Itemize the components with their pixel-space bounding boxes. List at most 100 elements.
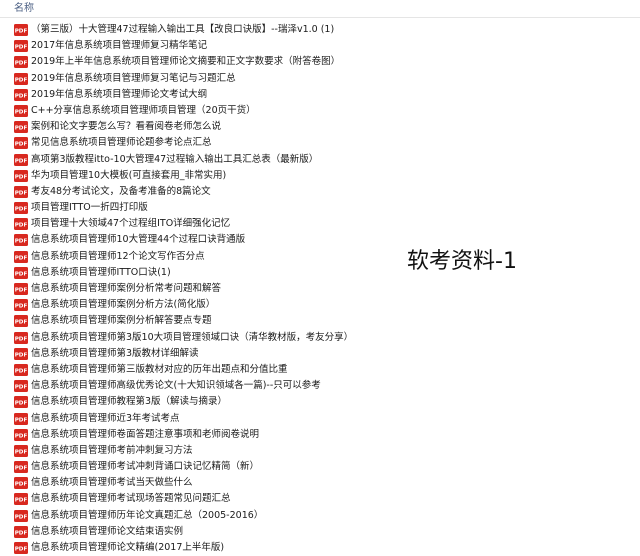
file-row[interactable]: PDF 高项第3版教程itto-10大管理47过程输入输出工具汇总表（最新版） — [0, 152, 400, 168]
file-name: 信息系统项目管理师10大管理44个过程口诀背通版 — [31, 234, 246, 246]
svg-text:PDF: PDF — [15, 29, 28, 35]
file-row[interactable]: PDF 信息系统项目管理师教程第3版（解读与摘录） — [0, 394, 400, 410]
file-name: 信息系统项目管理师案例分析解答要点专题 — [31, 315, 212, 327]
svg-text:PDF: PDF — [15, 223, 28, 229]
file-row[interactable]: PDF 信息系统项目管理师ITTO口诀(1) — [0, 265, 400, 281]
pdf-file-icon: PDF — [14, 315, 28, 328]
svg-text:PDF: PDF — [15, 514, 28, 520]
svg-text:PDF: PDF — [15, 142, 28, 148]
file-name: 案例和论文字要怎么写？看看阅卷老师怎么说 — [31, 121, 222, 133]
file-row[interactable]: PDF 华为项目管理10大模板(可直接套用_非常实用) — [0, 168, 400, 184]
pdf-file-icon: PDF — [14, 331, 28, 344]
file-name: 信息系统项目管理师近3年考试考点 — [31, 412, 180, 424]
svg-text:PDF: PDF — [15, 498, 28, 504]
watermark-text: 软考资料-1 — [407, 249, 517, 274]
svg-text:PDF: PDF — [15, 466, 28, 472]
file-row[interactable]: PDF 信息系统项目管理师卷面答题注意事项和老师阅卷说明 — [0, 427, 400, 443]
file-name: 信息系统项目管理师论文结束语实例 — [31, 525, 184, 537]
file-name: 信息系统项目管理师考前冲刺复习方法 — [31, 444, 193, 456]
svg-text:PDF: PDF — [15, 304, 28, 310]
svg-text:PDF: PDF — [15, 369, 28, 375]
file-list: PDF （第三版）十大管理47过程输入输出工具【改良口诀版】--瑞泽v1.0 (1… — [0, 22, 400, 556]
file-row[interactable]: PDF 项目管理ITTO一折四打印版 — [0, 200, 400, 216]
file-name: （第三版）十大管理47过程输入输出工具【改良口诀版】--瑞泽v1.0 (1) — [31, 24, 335, 35]
file-row[interactable]: PDF 信息系统项目管理师案例分析解答要点专题 — [0, 313, 400, 329]
svg-text:PDF: PDF — [15, 158, 28, 164]
pdf-file-icon: PDF — [14, 493, 28, 506]
file-row[interactable]: PDF 信息系统项目管理师12个论文写作否分点 — [0, 249, 400, 265]
file-name: 2019年信息系统项目管理师复习笔记与习题汇总 — [31, 72, 236, 84]
file-name: 高项第3版教程itto-10大管理47过程输入输出工具汇总表（最新版） — [31, 153, 319, 165]
file-row[interactable]: PDF 项目管理十大领域47个过程组ITO详细强化记忆 — [0, 216, 400, 232]
file-row[interactable]: PDF 信息系统项目管理师近3年考试考点 — [0, 411, 400, 427]
file-row[interactable]: PDF 2019年信息系统项目管理师论文考试大纲 — [0, 87, 400, 103]
pdf-file-icon: PDF — [14, 477, 28, 490]
pdf-file-icon: PDF — [14, 380, 28, 393]
file-row[interactable]: PDF 信息系统项目管理师案例分析方法(简化版） — [0, 297, 400, 313]
file-row[interactable]: PDF 信息系统项目管理师论文结束语实例 — [0, 524, 400, 540]
svg-text:PDF: PDF — [15, 320, 28, 326]
file-row[interactable]: PDF 2017年信息系统项目管理师复习精华笔记 — [0, 38, 400, 54]
pdf-file-icon: PDF — [14, 185, 28, 198]
svg-text:PDF: PDF — [15, 336, 28, 342]
svg-text:PDF: PDF — [15, 93, 28, 99]
pdf-file-icon: PDF — [14, 218, 28, 231]
file-row[interactable]: PDF C++分享信息系统项目管理师项目管理（20页干货） — [0, 103, 400, 119]
pdf-file-icon: PDF — [14, 363, 28, 376]
file-row[interactable]: PDF 信息系统项目管理师考试当天做些什么 — [0, 475, 400, 491]
pdf-file-icon: PDF — [14, 525, 28, 538]
svg-text:PDF: PDF — [15, 417, 28, 423]
file-row[interactable]: PDF 2019年信息系统项目管理师复习笔记与习题汇总 — [0, 71, 400, 87]
file-row[interactable]: PDF 信息系统项目管理师10大管理44个过程口诀背通版 — [0, 232, 400, 248]
file-row[interactable]: PDF 案例和论文字要怎么写？看看阅卷老师怎么说 — [0, 119, 400, 135]
pdf-file-icon: PDF — [14, 153, 28, 166]
file-name: 信息系统项目管理师案例分析常考问题和解答 — [31, 283, 222, 294]
file-name: C++分享信息系统项目管理师项目管理（20页干货） — [31, 104, 256, 116]
file-row[interactable]: PDF 考友48分考试论文，及备考准备的8篇论文 — [0, 184, 400, 200]
file-row[interactable]: PDF 信息系统项目管理师第3版教材详细解读 — [0, 346, 400, 362]
file-name: 信息系统项目管理师第三版教材对应的历年出题点和分值比重 — [31, 363, 288, 375]
file-row[interactable]: PDF 信息系统项目管理师考前冲刺复习方法 — [0, 443, 400, 459]
svg-text:PDF: PDF — [15, 482, 28, 488]
file-row[interactable]: PDF 2019年上半年信息系统项目管理师论文摘要和正文字数要求（附答卷图） — [0, 54, 400, 70]
svg-text:PDF: PDF — [15, 433, 28, 439]
pdf-file-icon: PDF — [14, 396, 28, 409]
file-name: 信息系统项目管理师论文精编(2017上半年版) — [31, 542, 225, 553]
pdf-file-icon: PDF — [14, 121, 28, 134]
file-name: 信息系统项目管理师案例分析方法(简化版） — [31, 299, 216, 311]
pdf-file-icon: PDF — [14, 461, 28, 474]
pdf-file-icon: PDF — [14, 283, 28, 295]
file-row[interactable]: PDF 信息系统项目管理师高级优秀论文(十大知识领域各一篇)--只可以参考 — [0, 378, 400, 394]
file-row[interactable]: PDF 信息系统项目管理师第三版教材对应的历年出题点和分值比重 — [0, 362, 400, 378]
file-row[interactable]: PDF 信息系统项目管理师历年论文真题汇总（2005-2016） — [0, 508, 400, 524]
svg-text:PDF: PDF — [15, 77, 28, 83]
svg-text:PDF: PDF — [15, 239, 28, 245]
pdf-file-icon: PDF — [14, 444, 28, 457]
pdf-file-icon: PDF — [14, 542, 28, 554]
file-name: 项目管理ITTO一折四打印版 — [31, 202, 148, 214]
file-row[interactable]: PDF 信息系统项目管理师考试冲刺背诵口诀记忆精简（新） — [0, 459, 400, 475]
file-name: 信息系统项目管理师考试冲刺背诵口诀记忆精简（新） — [31, 461, 260, 473]
svg-text:PDF: PDF — [15, 255, 28, 261]
file-name: 信息系统项目管理师历年论文真题汇总（2005-2016） — [31, 509, 264, 521]
pdf-file-icon: PDF — [14, 169, 28, 182]
file-name: 华为项目管理10大模板(可直接套用_非常实用) — [31, 169, 227, 181]
pdf-file-icon: PDF — [14, 202, 28, 215]
file-name: 常见信息系统项目管理师论题参考论点汇总 — [31, 137, 212, 149]
file-row[interactable]: PDF （第三版）十大管理47过程输入输出工具【改良口诀版】--瑞泽v1.0 (1… — [0, 22, 400, 38]
pdf-file-icon: PDF — [14, 137, 28, 150]
file-row[interactable]: PDF 信息系统项目管理师论文精编(2017上半年版) — [0, 540, 400, 556]
svg-text:PDF: PDF — [15, 401, 28, 407]
file-row[interactable]: PDF 常见信息系统项目管理师论题参考论点汇总 — [0, 135, 400, 151]
file-name: 2019年信息系统项目管理师论文考试大纲 — [31, 88, 208, 100]
file-row[interactable]: PDF 信息系统项目管理师考试现场答题常见问题汇总 — [0, 491, 400, 507]
column-header[interactable]: 名称 — [0, 0, 640, 18]
pdf-file-icon: PDF — [14, 24, 28, 36]
svg-text:PDF: PDF — [15, 61, 28, 67]
pdf-file-icon: PDF — [14, 234, 28, 247]
pdf-file-icon: PDF — [14, 88, 28, 101]
file-row[interactable]: PDF 信息系统项目管理师第3版10大项目管理领域口诀（清华教材版，考友分享） — [0, 330, 400, 346]
file-name: 信息系统项目管理师教程第3版（解读与摘录） — [31, 396, 228, 408]
file-row[interactable]: PDF 信息系统项目管理师案例分析常考问题和解答 — [0, 281, 400, 297]
pdf-file-icon: PDF — [14, 250, 28, 263]
